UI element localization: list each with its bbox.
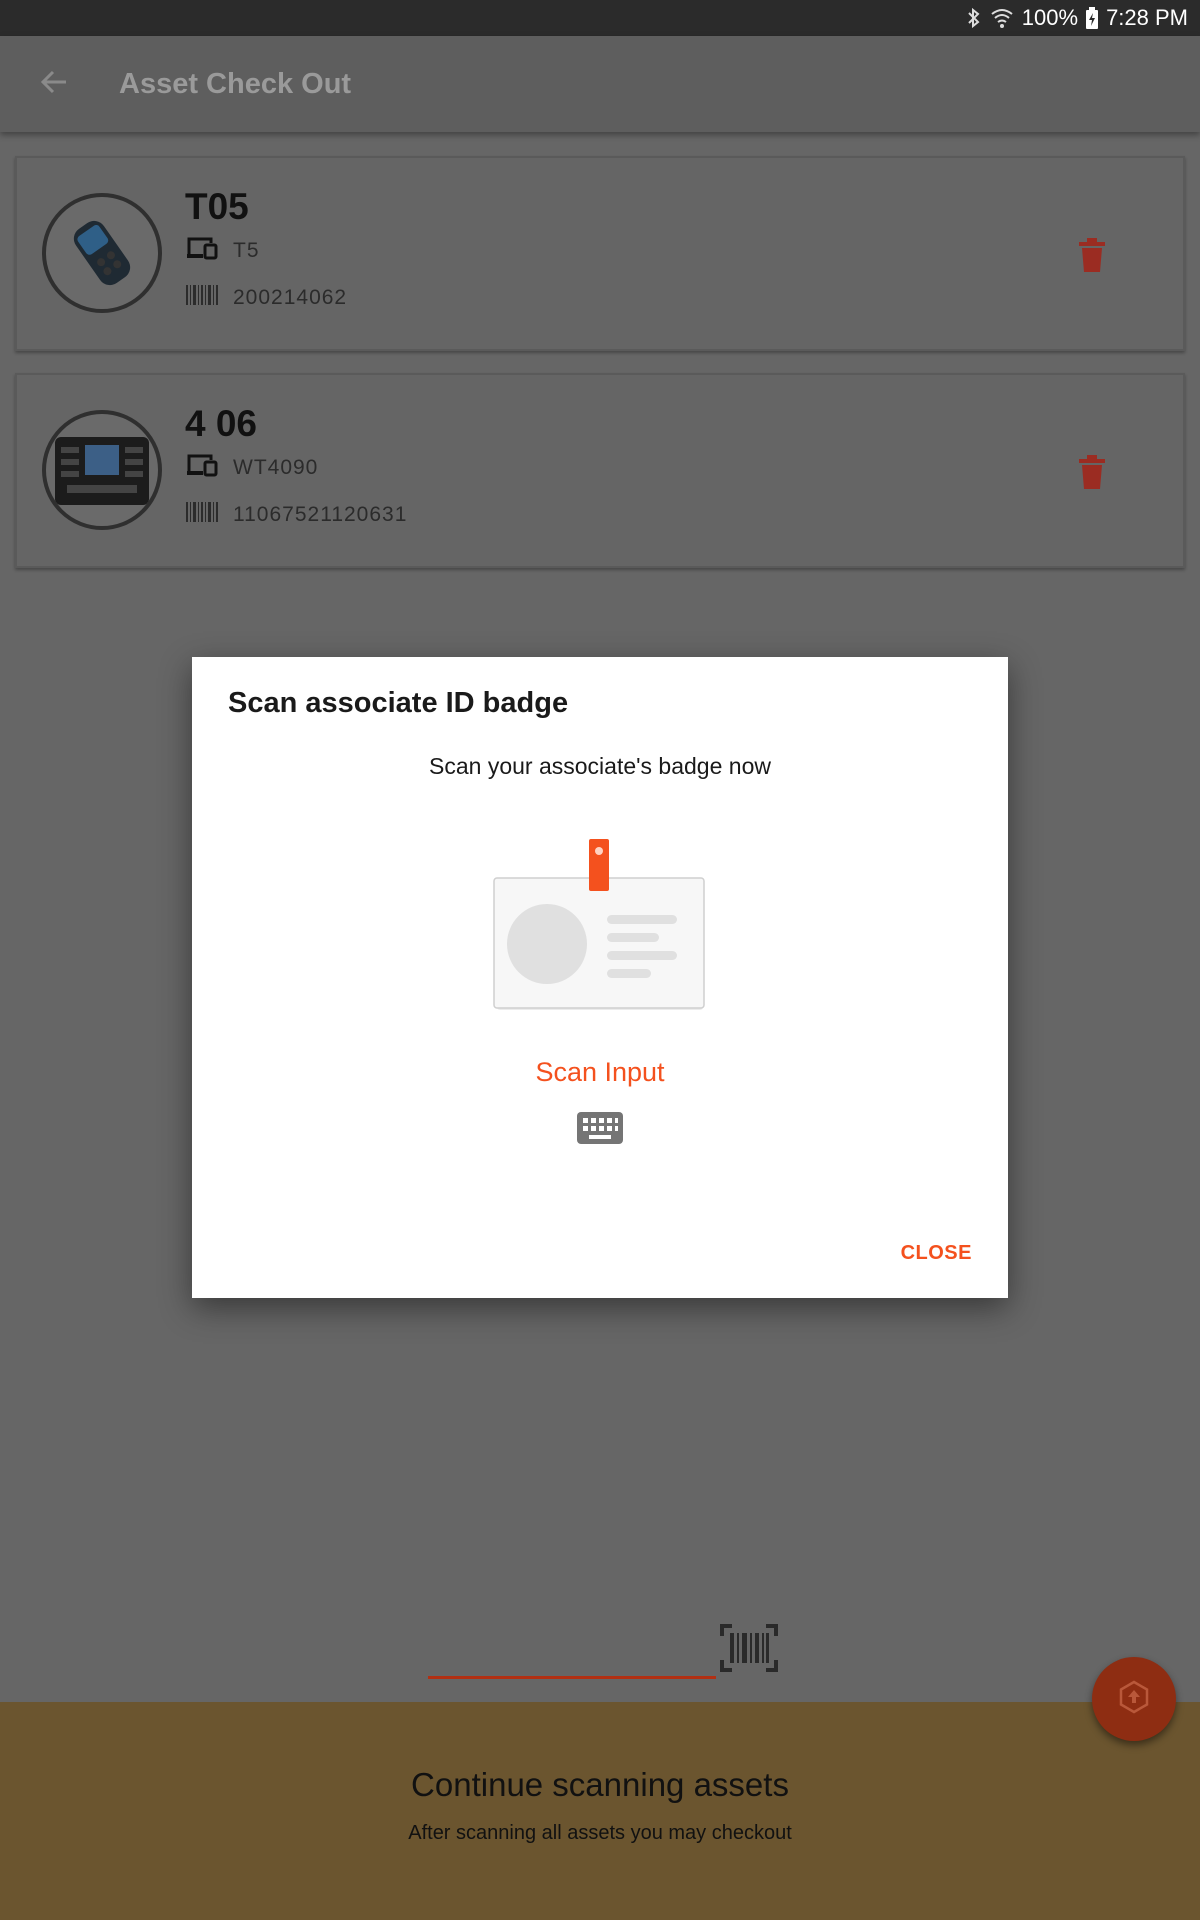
asset-barcode: 200214062 [233,286,348,309]
back-button[interactable] [27,57,81,111]
keyboard-icon [577,1112,623,1148]
delete-asset-button[interactable] [1077,455,1107,489]
trash-icon [1077,238,1107,276]
asset-model-row: WT4090 [185,453,318,483]
asset-model: T5 [233,239,260,262]
dialog-message: Scan your associate's badge now [429,753,771,779]
asset-name: T05 [185,186,249,227]
barcode-icon [185,284,219,312]
barcode-icon [185,501,219,529]
back-arrow-icon [40,68,68,101]
devices-icon [185,453,219,483]
trash-icon [1077,455,1107,493]
continue-scanning-panel: Continue scanning assets After scanning … [0,1702,1200,1920]
continue-heading: Continue scanning assets [411,1766,789,1803]
clock: 7:28 PM [1106,5,1188,30]
asset-image [42,193,162,313]
checkout-fab-button[interactable] [1092,1657,1176,1741]
page-title: Asset Check Out [119,67,352,100]
barcode-scanner-icon [720,1624,778,1676]
asset-barcode: 11067521120631 [233,503,408,526]
delete-asset-button[interactable] [1077,238,1107,272]
battery-charging-icon [1086,7,1099,29]
asset-scan-input[interactable] [428,1546,716,1679]
app-bar: Asset Check Out [0,36,1200,132]
bluetooth-icon [966,7,982,29]
asset-image [42,410,162,530]
battery-percent: 100% [1021,5,1079,30]
asset-name: 4 06 [185,403,258,444]
scan-input-link[interactable]: Scan Input [192,1057,1008,1088]
dialog-title: Scan associate ID badge [228,687,569,719]
asset-model: WT4090 [233,456,319,479]
asset-barcode-row: 11067521120631 [185,501,407,529]
id-badge-illustration [492,832,708,1016]
status-bar: 100% 7:28 PM [0,0,1200,36]
asset-card[interactable]: T05 T5 200214062 [15,156,1185,351]
continue-subtext: After scanning all assets you may checko… [408,1822,792,1844]
wifi-icon [990,7,1014,29]
devices-icon [185,236,219,266]
asset-card[interactable]: 4 06 WT4090 11067521120631 [15,373,1185,568]
close-button[interactable]: CLOSE [901,1242,972,1265]
upload-hexagon-icon [1117,1680,1151,1719]
keyboard-button[interactable] [577,1112,623,1144]
barcode-scan-button[interactable] [720,1624,778,1672]
scan-badge-dialog: Scan associate ID badge Scan your associ… [192,657,1008,1298]
asset-barcode-row: 200214062 [185,284,347,312]
asset-model-row: T5 [185,236,260,266]
